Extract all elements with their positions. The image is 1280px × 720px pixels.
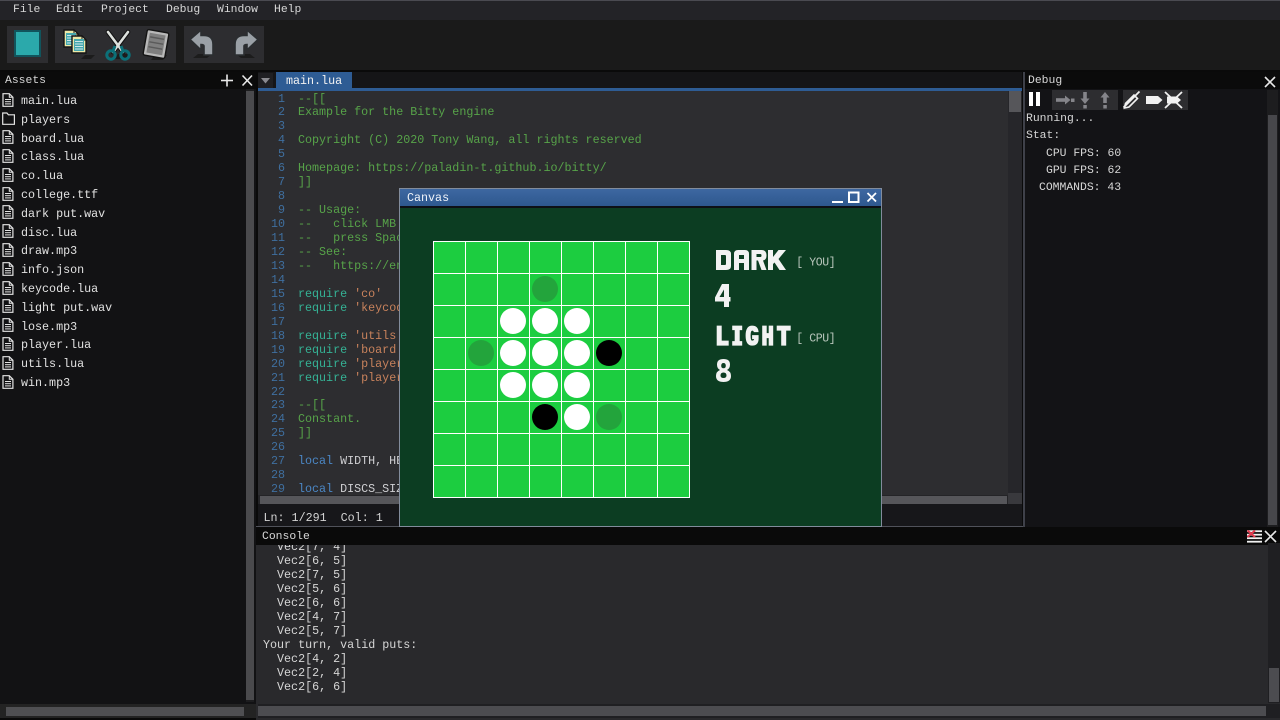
svg-text:[ CPU]: [ CPU] <box>796 333 835 346</box>
svg-text:[ YOU]: [ YOU] <box>796 257 835 270</box>
